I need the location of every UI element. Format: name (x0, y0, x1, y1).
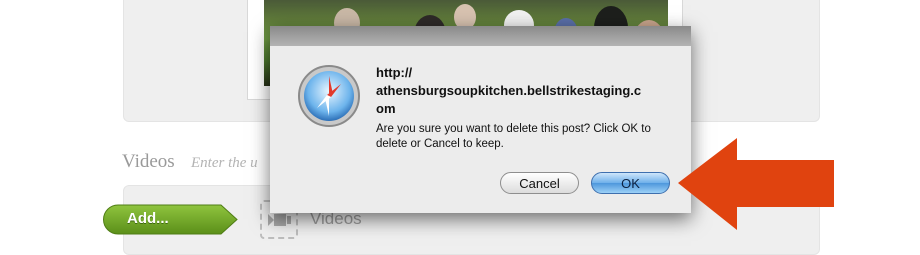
dialog-url-line-2: athensburgsoupkitchen.bellstrikestaging.… (376, 83, 642, 98)
dialog-title-bar (270, 26, 691, 46)
videos-section-hint: Enter the u (191, 155, 258, 171)
confirm-delete-dialog: http:// athensburgsoupkitchen.bellstrike… (270, 26, 691, 213)
add-button-label: Add... (127, 210, 169, 227)
add-video-button[interactable]: Add... (103, 204, 238, 235)
add-button-shape (103, 204, 238, 235)
dialog-url-line-1: http:// (376, 65, 413, 80)
ok-button[interactable]: OK (591, 172, 670, 194)
cancel-button[interactable]: Cancel (500, 172, 579, 194)
dialog-url-line-3: om (376, 101, 396, 116)
dialog-message: Are you sure you want to delete this pos… (376, 123, 651, 150)
red-arrow-icon (678, 138, 834, 230)
videos-section-title: Videos (122, 151, 175, 172)
dialog-url: http:// athensburgsoupkitchen.bellstrike… (376, 64, 676, 118)
safari-compass-icon (298, 65, 360, 127)
